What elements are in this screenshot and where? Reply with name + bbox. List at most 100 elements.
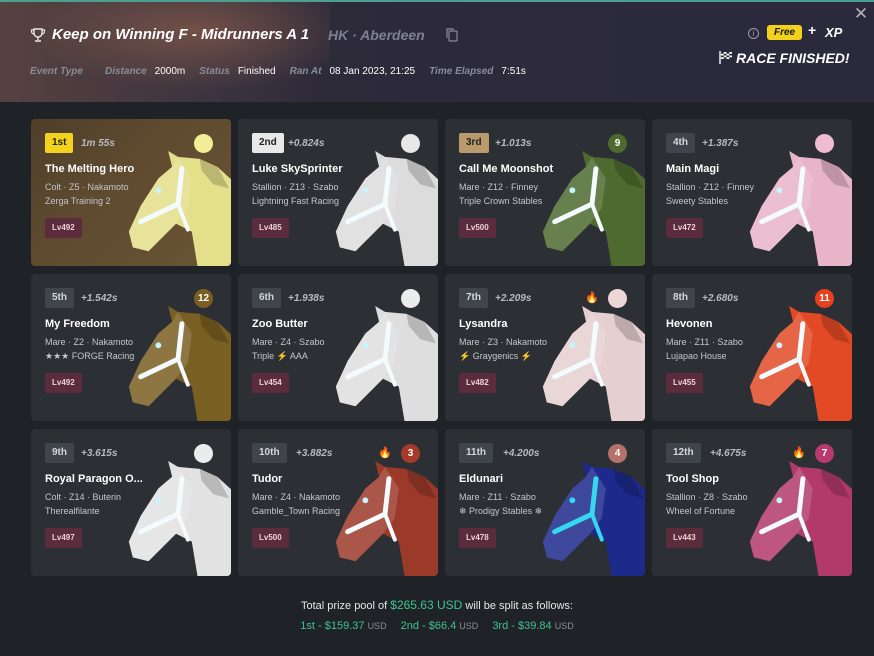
header-accent-line xyxy=(0,0,874,2)
position-badge: 8th xyxy=(666,288,695,308)
level-badge: Lv497 xyxy=(45,528,82,548)
level-badge: Lv492 xyxy=(45,218,82,238)
horse-traits: Stallion · Z8 · Szabo xyxy=(666,492,748,502)
horse-name[interactable]: Zoo Butter xyxy=(252,318,362,330)
copy-icon[interactable] xyxy=(446,28,458,42)
horse-name[interactable]: The Melting Hero xyxy=(45,163,155,175)
finish-time: +1.387s xyxy=(702,138,739,149)
result-card[interactable]: 5th +1.542s 12 My Freedom Mare · Z2 · Nakamo… xyxy=(31,274,231,421)
result-card[interactable]: 9th +3.615s 5 Royal Paragon O... Colt · Z14 … xyxy=(31,429,231,576)
horse-traits: Mare · Z4 · Szabo xyxy=(252,337,325,347)
horse-stable: Triple Crown Stables xyxy=(459,196,543,206)
prize-split-second: 2nd - $66.4 USD xyxy=(401,620,479,632)
split-unit: USD xyxy=(367,621,387,631)
horse-stable: Wheel of Fortune xyxy=(666,506,736,516)
close-button[interactable]: ✕ xyxy=(853,5,869,22)
race-header: Keep on Winning F - Midrunners A 1 HK · … xyxy=(0,0,874,102)
prize-prefix: Total prize pool of xyxy=(301,600,388,612)
result-card[interactable]: 6th +1.938s 10 Zoo Butter Mare · Z4 · Szabo T… xyxy=(238,274,438,421)
horse-stable: ❄ Prodigy Stables ❄ xyxy=(459,506,543,516)
horse-traits: Stallion · Z13 · Szabo xyxy=(252,182,339,192)
horse-traits: Mare · Z4 · Nakamoto xyxy=(252,492,341,502)
finish-time: +1.938s xyxy=(288,293,325,304)
horse-stable: Therealfilante xyxy=(45,506,100,516)
gate-number-badge: 1 xyxy=(194,134,213,153)
horse-traits: Mare · Z11 · Szabo xyxy=(459,492,536,502)
position-badge: 1st xyxy=(45,133,74,153)
prize-split-third: 3rd - $39.84 USD xyxy=(492,620,573,632)
result-card[interactable]: 11th +4.200s 4 Eldunari Mare · Z11 · Szabo ❄ … xyxy=(445,429,645,576)
prize-split-first: 1st - $159.37 USD xyxy=(300,620,386,632)
horse-name[interactable]: Eldunari xyxy=(459,473,569,485)
gate-number-badge: 8 xyxy=(815,134,834,153)
results-grid: 1st 1m 55s 1 The Melting Hero Colt · Z5 · Na… xyxy=(31,119,852,576)
horse-name[interactable]: Call Me Moonshot xyxy=(459,163,569,175)
horse-name[interactable]: Hevonen xyxy=(666,318,776,330)
gate-number-badge: 3 xyxy=(401,444,420,463)
position-badge: 5th xyxy=(45,288,74,308)
horse-name[interactable]: Luke SkySprinter xyxy=(252,163,362,175)
fire-icon: 🔥 xyxy=(585,292,599,304)
free-badge: Free xyxy=(767,25,803,40)
horse-stable: Gamble_Town Racing xyxy=(252,506,341,516)
level-badge: Lv472 xyxy=(666,218,703,238)
ran-at-value: 08 Jan 2023, 21:25 xyxy=(329,66,416,77)
ran-at-label: Ran At xyxy=(289,66,322,77)
result-card[interactable]: 8th +2.680s 11 Hevonen Mare · Z11 · Szabo Luj… xyxy=(652,274,852,421)
split-unit: USD xyxy=(554,621,574,631)
horse-stable: ★★★ FORGE Racing xyxy=(45,351,135,361)
gate-number-badge: 9 xyxy=(608,134,627,153)
finish-time: +2.680s xyxy=(702,293,739,304)
gate-number-badge: 4 xyxy=(608,444,627,463)
finish-time: +1.013s xyxy=(495,138,532,149)
event-type-label: Event Type xyxy=(30,66,83,77)
result-card[interactable]: 4th +1.387s 8 Main Magi Stallion · Z12 · Fin… xyxy=(652,119,852,266)
horse-name[interactable]: Lysandra xyxy=(459,318,569,330)
horse-name[interactable]: My Freedom xyxy=(45,318,155,330)
gate-number-badge: 5 xyxy=(194,444,213,463)
horse-traits: Mare · Z2 · Nakamoto xyxy=(45,337,134,347)
finish-time: +0.824s xyxy=(288,138,325,149)
position-badge: 4th xyxy=(666,133,695,153)
level-badge: Lv485 xyxy=(252,218,289,238)
result-card[interactable]: 3rd +1.013s 9 Call Me Moonshot Mare · Z12 · … xyxy=(445,119,645,266)
result-card[interactable]: 1st 1m 55s 1 The Melting Hero Colt · Z5 · Na… xyxy=(31,119,231,266)
horse-name[interactable]: Tool Shop xyxy=(666,473,776,485)
race-meta-row: Event Type Distance 2000m Status Finishe… xyxy=(30,66,540,77)
status-value: Finished xyxy=(237,66,276,77)
finish-time: +1.542s xyxy=(81,293,118,304)
split-amount: 3rd - $39.84 xyxy=(492,620,552,632)
level-badge: Lv482 xyxy=(459,373,496,393)
prize-pool-line: Total prize pool of $265.63 USD will be … xyxy=(0,598,874,612)
info-icon[interactable]: i xyxy=(748,28,759,39)
horse-name[interactable]: Main Magi xyxy=(666,163,776,175)
level-badge: Lv500 xyxy=(459,218,496,238)
position-badge: 11th xyxy=(459,443,494,463)
position-badge: 9th xyxy=(45,443,74,463)
result-card[interactable]: 7th +2.209s 🔥 2 Lysandra Mare · Z3 · Nakamoto… xyxy=(445,274,645,421)
gate-number-badge: 7 xyxy=(815,444,834,463)
finish-time: +3.615s xyxy=(81,448,118,459)
horse-stable: Triple ⚡ AAA xyxy=(252,351,308,361)
position-badge: 7th xyxy=(459,288,488,308)
result-card[interactable]: 2nd +0.824s 6 Luke SkySprinter Stallion · Z1… xyxy=(238,119,438,266)
race-finished-banner: RACE FINISHED! xyxy=(736,50,850,66)
gate-number-badge: 6 xyxy=(401,134,420,153)
level-badge: Lv454 xyxy=(252,373,289,393)
horse-traits: Colt · Z14 · Buterin xyxy=(45,492,122,502)
horse-name[interactable]: Royal Paragon O... xyxy=(45,473,155,485)
result-card[interactable]: 12th +4.675s 🔥 7 Tool Shop Stallion · Z8 · Sz… xyxy=(652,429,852,576)
result-card[interactable]: 10th +3.882s 🔥 3 Tudor Mare · Z4 · Nakamoto Ga… xyxy=(238,429,438,576)
split-unit: USD xyxy=(459,621,479,631)
position-badge: 12th xyxy=(666,443,701,463)
level-badge: Lv500 xyxy=(252,528,289,548)
horse-traits: Colt · Z5 · Nakamoto xyxy=(45,182,129,192)
distance-label: Distance xyxy=(104,66,147,77)
horse-name[interactable]: Tudor xyxy=(252,473,362,485)
position-badge: 10th xyxy=(252,443,287,463)
plus-sign: + xyxy=(808,22,817,38)
split-amount: 2nd - $66.4 xyxy=(400,620,457,632)
distance-value: 2000m xyxy=(154,66,186,77)
position-badge: 2nd xyxy=(252,133,284,153)
horse-stable: Lujapao House xyxy=(666,351,727,361)
